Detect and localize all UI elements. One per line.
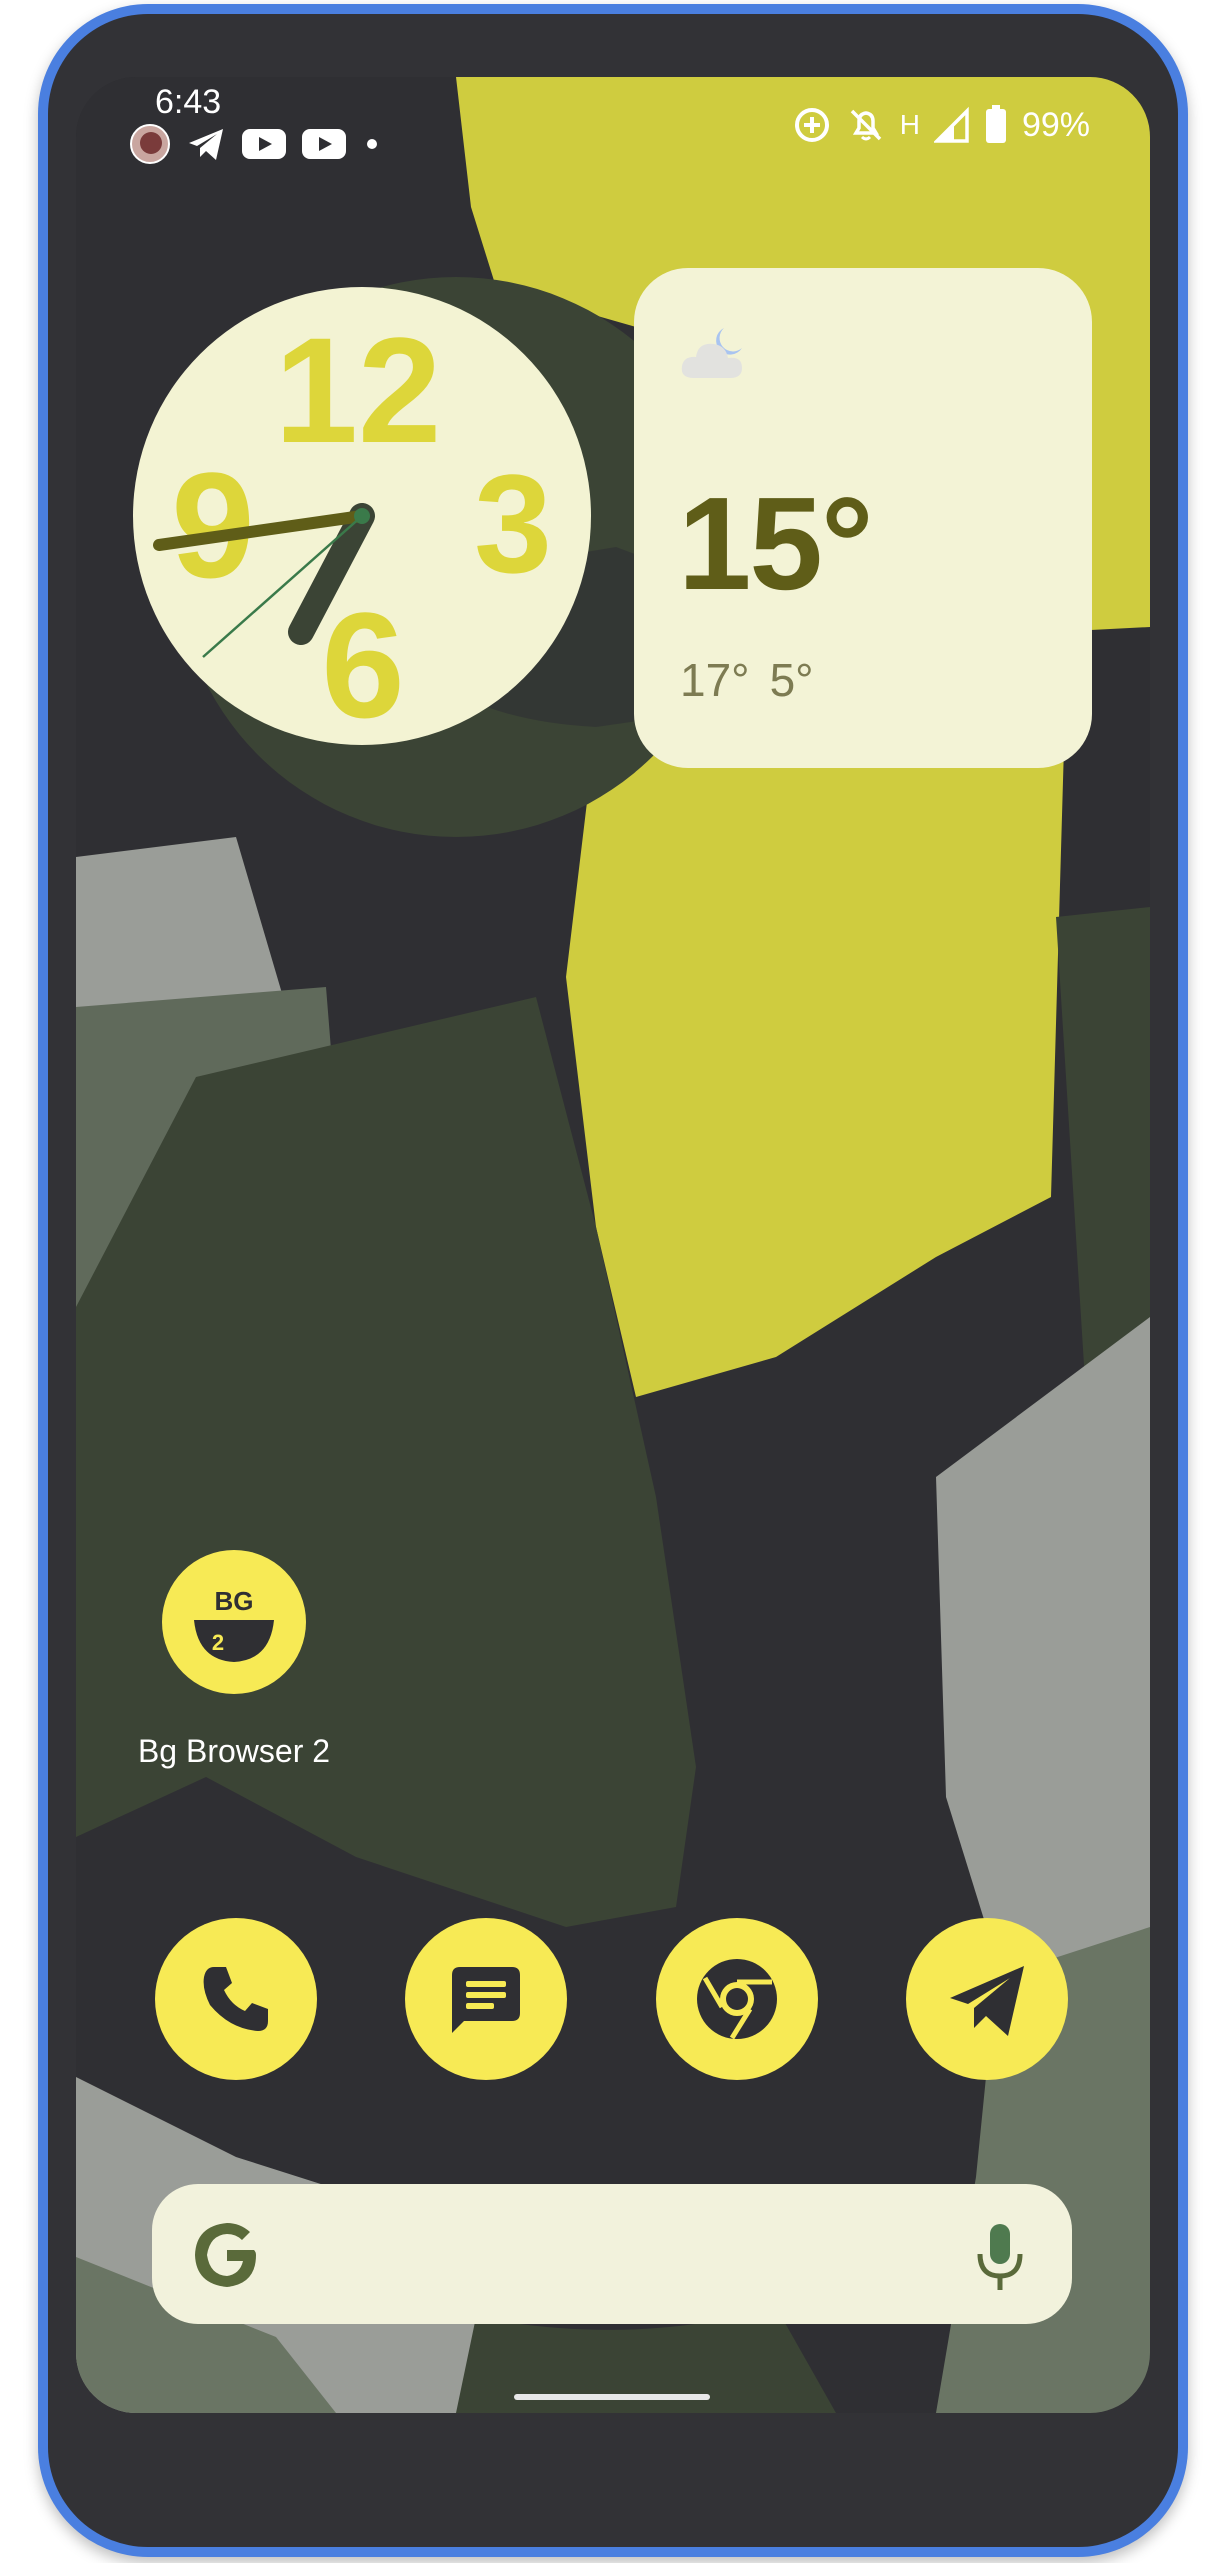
- google-search-bar[interactable]: [152, 2184, 1072, 2324]
- dot-icon: [367, 139, 377, 149]
- bg-browser-icon: BG 2: [194, 1586, 274, 1662]
- signal-icon: [933, 106, 969, 143]
- status-notification-icons: [130, 121, 382, 167]
- network-type: H: [899, 109, 920, 140]
- avatar-icon: [130, 124, 170, 164]
- status-system-icons: H 99%: [792, 102, 1090, 148]
- clock-numeral-6: 6: [321, 581, 404, 745]
- notifications-off-icon: [850, 109, 881, 141]
- weather-temperature: 15°: [678, 470, 874, 617]
- telegram-app-icon[interactable]: [906, 1918, 1068, 2080]
- battery-icon: [985, 105, 1006, 143]
- status-time: 6:43: [155, 83, 222, 121]
- telegram-icon: [950, 1966, 1024, 2036]
- cloudy-night-icon: [681, 328, 742, 378]
- messages-icon: [452, 1967, 520, 2033]
- messages-app-icon[interactable]: [405, 1918, 567, 2080]
- gesture-nav-handle[interactable]: [514, 2394, 710, 2400]
- clock-numeral-12: 12: [275, 306, 442, 474]
- chrome-app-icon[interactable]: [656, 1918, 818, 2080]
- app-icon-badge: 2: [212, 1630, 224, 1655]
- youtube-icon: [242, 129, 286, 159]
- weather-widget[interactable]: 15° 17° 5°: [634, 268, 1092, 768]
- chrome-icon: [697, 1959, 777, 2040]
- bg-browser-2-label[interactable]: Bg Browser 2: [102, 1733, 366, 1770]
- google-logo-icon[interactable]: [192, 2220, 262, 2290]
- clock-center-pin: [354, 508, 370, 524]
- mic-icon[interactable]: [972, 2222, 1028, 2292]
- bg-browser-2-app-icon[interactable]: BG 2: [162, 1550, 306, 1694]
- weather-low: 5°: [769, 654, 814, 706]
- clock-numeral-9: 9: [171, 441, 254, 609]
- app-icon-text: BG: [215, 1586, 254, 1616]
- phone-icon: [203, 1967, 268, 2031]
- phone-app-icon[interactable]: [155, 1918, 317, 2080]
- battery-percent: 99%: [1021, 105, 1090, 144]
- home-screen: 6:43 H 99% 12 3 6 9 15° 17° 5° BG 2 Bg B…: [76, 77, 1150, 2413]
- data-saver-icon: [794, 108, 829, 142]
- weather-high: 17°: [680, 654, 750, 706]
- telegram-icon: [189, 129, 223, 160]
- youtube-icon: [302, 129, 346, 159]
- weather-range: 17° 5°: [680, 653, 814, 707]
- clock-numeral-3: 3: [474, 445, 552, 602]
- analog-clock-widget[interactable]: 12 3 6 9: [133, 287, 591, 745]
